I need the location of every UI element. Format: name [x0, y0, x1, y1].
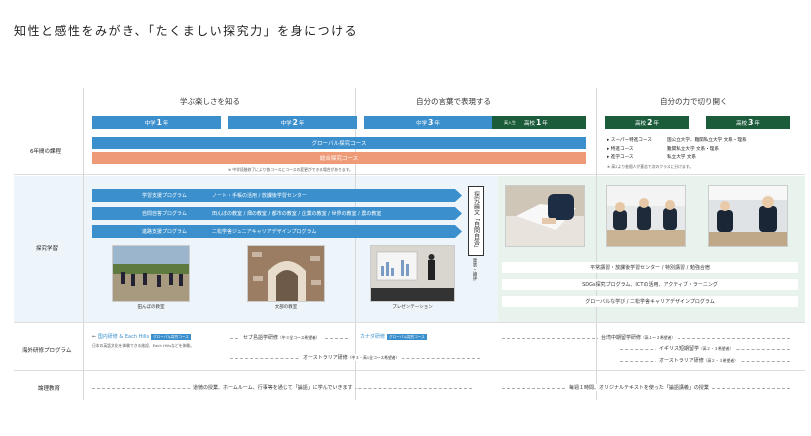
program-arrow-career: 進路支援プログラム 二松学舎ジュニアキャリアデザインプログラム — [92, 225, 462, 238]
year-box-hs2: 高校 2 年 — [605, 116, 689, 129]
global-course-tag: グローバル探究コース — [387, 334, 427, 340]
sogo-course-bar: 総合探究コース — [92, 152, 586, 164]
tunnel-caption: 文部の教室 — [274, 305, 298, 310]
row-label-overseas: 海外研修プログラム — [22, 348, 72, 354]
taiwan-program: 台湾中期留学研修（高１〜２希望者） — [598, 334, 679, 341]
upper-course-note: ※ 高2より各個人が意志で次のクラスに分けます。 — [607, 163, 694, 169]
program-arrow-study-support: 学習支援プログラム ノート・手帳の活用 / 放課後学習センター — [92, 189, 462, 202]
global-course-bar: グローバル探究コース — [92, 137, 586, 149]
year-box-jh1: 中学 1 年 — [92, 116, 221, 129]
classroom-photo-2 — [708, 185, 788, 247]
presentation-photo — [370, 245, 455, 302]
row-label-inquiry: 探究学習 — [36, 246, 59, 252]
column-divider — [83, 88, 84, 400]
upper-program-2: SDGs探究プログラム、ICTの活用、アクティブ・ラーニング — [502, 279, 798, 290]
course-note: ※ 中学段階修了により各コースにコースの変更ができる場合があります。 — [228, 167, 353, 172]
upper-program-1: 平常講習・放課後学習センター / 特別講習 / 勉強合宿 — [502, 262, 798, 273]
upper-course-item: ▸ スーパー特進コース 国公立大学、難関私立大学 文系・理系 — [607, 138, 747, 143]
phase-heading-1: 学ぶ楽しさを知る — [180, 97, 240, 106]
global-course-tag: グローバル探究コース — [151, 334, 191, 340]
thesis-box: 探究論文「自問自答」 — [468, 186, 484, 256]
year-box-jh3: 中学 3 年 — [364, 116, 492, 129]
upper-course-list: ▸ スーパー特進コース 国公立大学、難関私立大学 文系・理系 ▸ 特進コース 難関私… — [607, 137, 802, 171]
column-divider — [596, 88, 597, 400]
upper-course-item: ▸ 進学コース 私立大学 文系 — [607, 155, 697, 160]
tunnel-photo — [247, 245, 325, 302]
rice-field-caption: 田んぼの教室 — [137, 305, 165, 310]
year-box-hs3: 高校 3 年 — [706, 116, 790, 129]
year-box-hs1: 高入生 高校 1 年 — [492, 116, 586, 129]
row-label-course: 6年間の課程 — [30, 149, 61, 155]
cebu-program: セブ島語学研修（中３全コース希望者） — [240, 334, 323, 341]
australia-program: オーストラリア研修（中３・高1全コース希望者） — [300, 354, 403, 361]
year-box-jh2: 中学 2 年 — [228, 116, 357, 129]
upper-course-item: ▸ 特進コース 難関私立大学 文系・理系 — [607, 146, 719, 152]
logic-left: 道徳の授業、ホームルーム、行事等を通じて「論語」に学んでいきます — [190, 384, 356, 391]
phase-heading-3: 自分の力で切り開く — [660, 97, 728, 106]
domestic-note: 日本の英語文化を体験できる施設、Each Hillsなどを体験。 — [92, 343, 194, 348]
aus2-program: オーストラリア研修（高２・３希望者） — [656, 357, 741, 364]
page-title: 知性と感性をみがき、「たくましい探究力」を身につける — [14, 24, 359, 38]
classroom-photo-1 — [606, 185, 686, 247]
newcomer-tag: 高入生 — [504, 119, 516, 125]
row-divider — [14, 174, 805, 175]
uk-program: イギリス短期留学（高２・３希望者） — [656, 345, 737, 352]
upper-program-3: グローバルな学び / 二松学舎キャリアデザインプログラム — [502, 296, 798, 307]
program-arrow-self-inquiry: 自問自答プログラム 田んぼの教室 / 畑の教室 / 都市の教室 / 企業の教室 /… — [92, 207, 462, 220]
thesis-sub: 発表・論評 — [472, 258, 477, 281]
phase-heading-2: 自分の言葉で表現する — [416, 97, 491, 106]
row-divider — [14, 322, 805, 323]
logic-right: 毎週１時間、オリジナルテキストを使った「論語講義」の授業 — [566, 384, 712, 391]
canada-program: カナダ研修 グローバル探究コース — [360, 334, 427, 340]
domestic-program: ← 国内研修 & Each Hills グローバル探究コース — [92, 334, 191, 340]
writing-photo — [505, 185, 585, 247]
rice-field-photo — [112, 245, 190, 302]
row-label-logic: 論理教育 — [38, 386, 61, 392]
presentation-caption: プレゼンテーション — [392, 305, 433, 310]
row-divider — [14, 370, 805, 371]
